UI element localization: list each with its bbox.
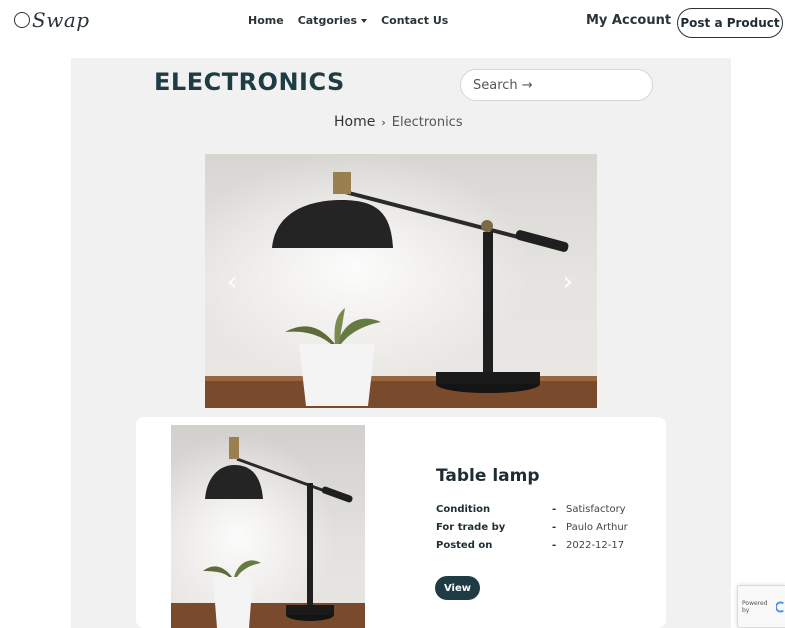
detail-row-posted: Posted on - 2022-12-17: [436, 536, 628, 554]
carousel-next-icon[interactable]: ›: [563, 267, 573, 297]
logo-ring-icon: [14, 12, 30, 28]
product-title: Table lamp: [436, 466, 540, 486]
breadcrumb-home-link[interactable]: Home: [334, 114, 375, 130]
nav-categories-label: Catgories: [297, 14, 358, 27]
breadcrumb-separator-icon: ›: [381, 115, 386, 129]
detail-label: For trade by: [436, 521, 506, 533]
detail-row-condition: Condition - Satisfactory: [436, 500, 628, 518]
product-thumbnail[interactable]: [171, 425, 365, 628]
navbar: Swap Home Catgories Contact Us My Accoun…: [0, 0, 785, 46]
nav-links: Home Catgories Contact Us: [248, 14, 448, 27]
nav-categories-dropdown[interactable]: Catgories: [297, 14, 368, 27]
detail-dash: -: [552, 521, 557, 533]
brand-name: Swap: [32, 8, 90, 32]
search-input[interactable]: Search →: [460, 69, 653, 101]
breadcrumb: Home › Electronics: [334, 114, 463, 130]
detail-value: 2022-12-17: [566, 539, 625, 551]
product-details: Condition - Satisfactory For trade by - …: [436, 500, 628, 554]
detail-row-trader: For trade by - Paulo Arthur: [436, 518, 628, 536]
detail-dash: -: [552, 539, 557, 551]
detail-label: Posted on: [436, 539, 493, 551]
product-carousel[interactable]: ‹ ›: [205, 154, 597, 408]
nav-contact-link[interactable]: Contact Us: [381, 14, 448, 27]
search-placeholder: Search →: [473, 77, 533, 93]
view-product-button[interactable]: View: [435, 576, 480, 600]
lamp-thumbnail-photo: [171, 425, 365, 628]
recaptcha-text: Powered by: [742, 599, 768, 614]
page-title: ELECTRONICS: [154, 68, 345, 96]
breadcrumb-current: Electronics: [391, 114, 463, 130]
recaptcha-logo-icon: [775, 601, 784, 612]
detail-value: Satisfactory: [566, 503, 626, 515]
brand-logo[interactable]: Swap: [14, 8, 90, 32]
carousel-prev-icon[interactable]: ‹: [227, 267, 237, 297]
caret-down-icon: [361, 19, 368, 23]
my-account-link[interactable]: My Account: [586, 13, 671, 28]
detail-value: Paulo Arthur: [566, 521, 628, 533]
detail-dash: -: [552, 503, 557, 515]
lamp-photo: [205, 154, 597, 408]
post-product-button[interactable]: Post a Product: [677, 8, 783, 38]
nav-home-link[interactable]: Home: [248, 14, 284, 27]
recaptcha-badge[interactable]: Powered by: [737, 585, 785, 628]
detail-label: Condition: [436, 503, 491, 515]
